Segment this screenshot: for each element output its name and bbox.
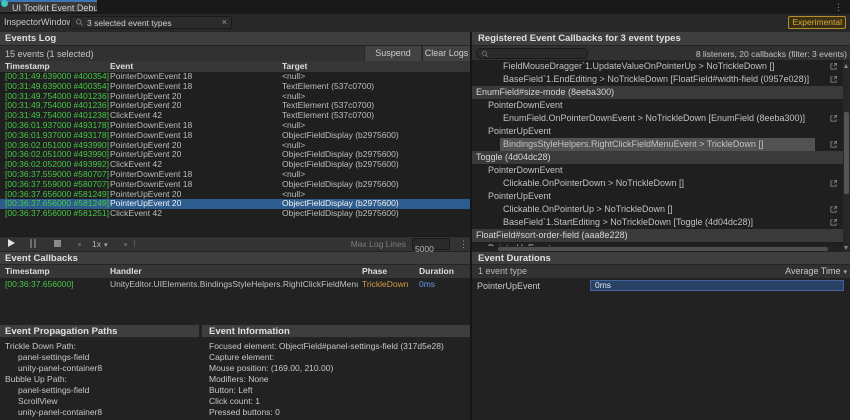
vertical-scrollbar[interactable] — [843, 62, 850, 252]
suspend-button[interactable]: Suspend — [364, 46, 421, 61]
log-options-menu-icon[interactable]: ⋮ — [459, 238, 468, 250]
open-source-icon[interactable] — [829, 75, 838, 84]
event-information-title: Event Information — [202, 325, 470, 338]
bottom-section-divider — [200, 325, 202, 420]
search-icon — [75, 18, 84, 27]
search-input[interactable] — [84, 18, 222, 28]
registered-callbacks-title: Registered Event Callbacks for 3 event t… — [472, 32, 850, 46]
open-source-icon[interactable] — [829, 62, 838, 71]
scroll-up-icon[interactable] — [844, 64, 848, 68]
chevron-down-icon: ▾ — [101, 242, 108, 249]
stop-icon[interactable] — [54, 240, 61, 247]
log-row[interactable]: [00:36:37.656000 #581251]ClickEvent 42Ob… — [0, 209, 470, 219]
open-source-icon[interactable] — [829, 114, 838, 123]
event-type-row[interactable]: PointerDownEvent — [472, 99, 843, 112]
open-source-icon[interactable] — [829, 140, 838, 149]
callback-tree-row[interactable]: Clickable.OnPointerUp > NoTrickleDown [] — [472, 203, 843, 216]
step-back-icon[interactable] — [78, 243, 81, 246]
callback-group-row[interactable]: Toggle (4d04dc28) — [472, 151, 843, 164]
search-icon — [481, 50, 489, 58]
callback-tree-row[interactable]: BaseField`1.StartEditing > NoTrickleDown… — [472, 216, 843, 229]
duration-sort-dropdown[interactable]: Average Time▾ — [785, 265, 847, 279]
scroll-down-icon[interactable] — [844, 246, 848, 250]
callback-tree-row-selected[interactable]: BindingsStyleHelpers.RightClickFieldMenu… — [472, 138, 843, 151]
scrollbar-thumb[interactable] — [844, 112, 849, 194]
open-source-icon[interactable] — [829, 179, 838, 188]
tab-strip: UI Toolkit Event Debugger ⋮ — [0, 0, 850, 14]
phase-value: TrickleDown — [362, 278, 408, 290]
open-source-icon[interactable] — [829, 218, 838, 227]
event-durations-title: Event Durations — [472, 252, 850, 265]
callback-tree-row[interactable]: EnumField.OnPointerDownEvent > NoTrickle… — [472, 112, 843, 125]
propagation-paths-content: Trickle Down Path: panel-settings-field … — [5, 341, 195, 418]
callback-row[interactable]: [00:36:37.656000] UnityEditor.UIElements… — [0, 278, 470, 290]
callback-tree-row[interactable]: FieldMouseDragger`1.UpdateValueOnPointer… — [472, 60, 843, 73]
event-callbacks-column-headers: Timestamp Handler Phase Duration — [0, 265, 470, 278]
horizontal-scrollbar[interactable] — [498, 247, 828, 251]
pause-icon[interactable] — [30, 239, 37, 248]
propagation-paths-title: Event Propagation Paths — [0, 325, 199, 338]
experimental-badge: Experimental — [788, 16, 846, 29]
window-menu-icon[interactable]: ⋮ — [834, 1, 843, 13]
event-durations-subheader: 1 event type Average Time▾ — [472, 265, 850, 278]
clear-search-icon[interactable]: × — [222, 17, 227, 28]
column-duration: Duration — [419, 265, 454, 278]
playback-speed-dropdown[interactable]: 1x▾ — [92, 239, 108, 249]
timeline-tick — [134, 240, 135, 247]
duration-count: 1 event type — [478, 265, 527, 278]
callback-group-row[interactable]: FloatField#sort-order-field (aaa8e228) — [472, 229, 843, 242]
column-handler: Handler — [110, 265, 142, 278]
panel-picker-dropdown[interactable]: InspectorWindow▾ — [4, 17, 80, 27]
callback-tree-row[interactable]: BaseField`1.EndEditing > NoTrickleDown [… — [472, 73, 843, 86]
window-status-dot-icon — [1, 0, 8, 7]
events-count-status: 15 events (1 selected) — [5, 49, 94, 59]
max-log-lines-label: Max Log Lines — [330, 239, 406, 249]
listeners-summary: 8 listeners, 20 callbacks (filter: 3 eve… — [696, 49, 847, 59]
duration-bar: 0ms — [590, 280, 844, 291]
duration-row[interactable]: PointerUpEvent 0ms — [472, 279, 850, 293]
callback-group-row[interactable]: EnumField#size-mode (8eeba300) — [472, 86, 843, 99]
open-source-icon[interactable] — [829, 205, 838, 214]
duration-value: 0ms — [419, 278, 435, 290]
tab-event-debugger[interactable]: UI Toolkit Event Debugger — [0, 0, 97, 12]
callbacks-search-input[interactable] — [489, 48, 587, 59]
play-icon[interactable] — [8, 239, 15, 247]
event-type-search-field[interactable]: × — [70, 16, 232, 29]
event-information-content: Focused element: ObjectField#panel-setti… — [209, 341, 467, 418]
callbacks-search-field[interactable] — [476, 48, 588, 59]
event-type-row[interactable]: PointerUpEvent — [472, 242, 843, 246]
callback-tree-row[interactable]: Clickable.OnPointerDown > NoTrickleDown … — [472, 177, 843, 190]
ui-toolkit-event-debugger-window: UI Toolkit Event Debugger ⋮ InspectorWin… — [0, 0, 850, 420]
column-phase: Phase — [362, 265, 387, 278]
callbacks-tree: FieldMouseDragger`1.UpdateValueOnPointer… — [472, 60, 843, 246]
chevron-down-icon: ▾ — [840, 269, 847, 276]
clear-logs-button[interactable]: Clear Logs — [422, 46, 470, 61]
events-log-title: Events Log — [0, 32, 470, 46]
events-log-table: [00:31:49.639000 #400354]PointerDownEven… — [0, 72, 470, 236]
event-callbacks-title: Event Callbacks — [0, 252, 470, 265]
max-log-lines-field[interactable] — [412, 238, 450, 250]
event-type-row[interactable]: PointerDownEvent — [472, 164, 843, 177]
column-timestamp: Timestamp — [5, 265, 50, 278]
event-type-row[interactable]: PointerUpEvent — [472, 190, 843, 203]
event-type-row[interactable]: PointerUpEvent — [472, 125, 843, 138]
step-forward-icon[interactable] — [124, 243, 127, 246]
